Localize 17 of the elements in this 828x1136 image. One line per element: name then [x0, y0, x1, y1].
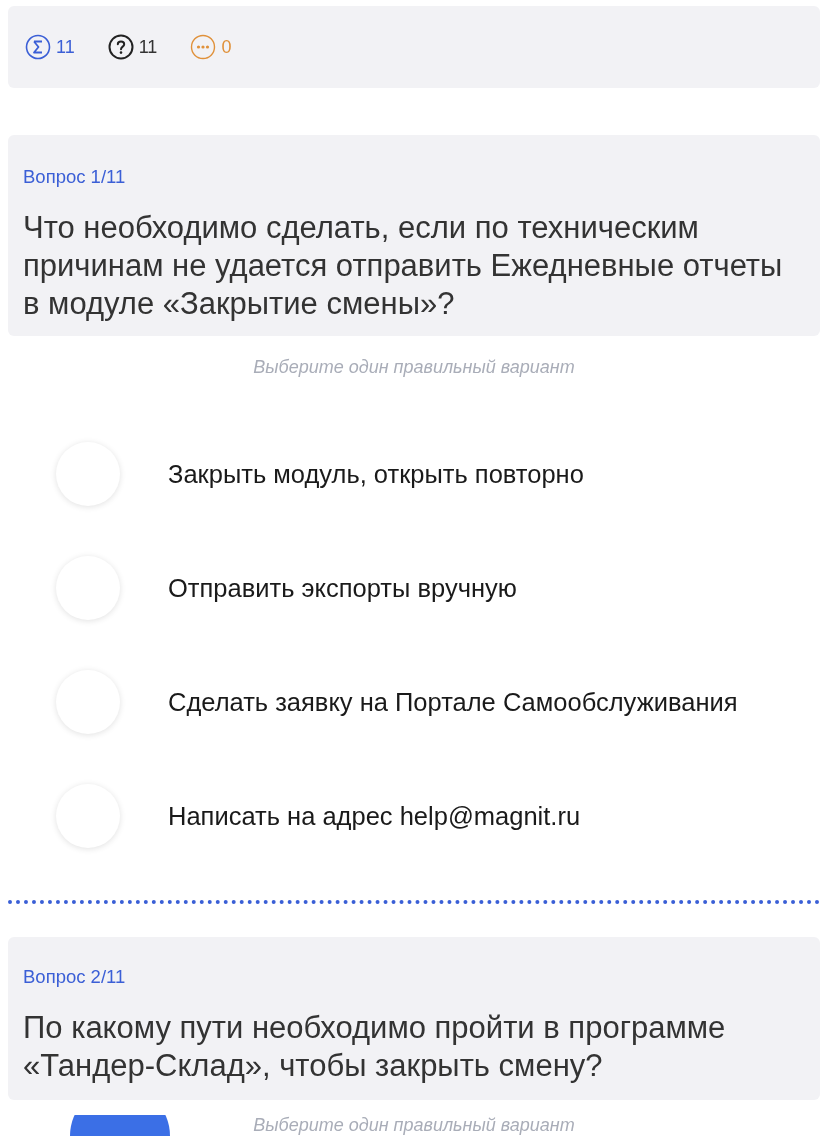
- stat-count: 11: [138, 36, 158, 58]
- option-text: Закрыть модуль, открыть повторно: [168, 459, 584, 489]
- question-icon: [107, 34, 134, 60]
- ellipsis-icon: [190, 34, 217, 60]
- option-text: Отправить экспорты вручную: [168, 573, 517, 603]
- question-number: Вопрос 1/11: [23, 166, 127, 188]
- question-number: Вопрос 2/11: [23, 966, 127, 988]
- option-text: Сделать заявку на Портале Самообслуживания: [168, 687, 738, 717]
- sigma-icon: [25, 34, 51, 60]
- answer-hint: Выберите один правильный вариант: [253, 356, 575, 378]
- option-text: Написать на адрес help@magnit.ru: [168, 801, 581, 831]
- answer-hint: Выберите один правильный вариант: [253, 1114, 575, 1136]
- question-text: По какому пути необходимо пройти в программе «Тандер-Склад», чтобы закрыть смену?: [23, 1009, 727, 1085]
- question-text: Что необходимо сделать, если по техническим причинам не удается отправить Ежедневные отчеты в модуле «Закрытие смены»?: [23, 209, 784, 323]
- stat-count: 0: [221, 36, 232, 58]
- stat-count: 11: [56, 36, 75, 58]
- floating-action-button[interactable]: [70, 1115, 170, 1136]
